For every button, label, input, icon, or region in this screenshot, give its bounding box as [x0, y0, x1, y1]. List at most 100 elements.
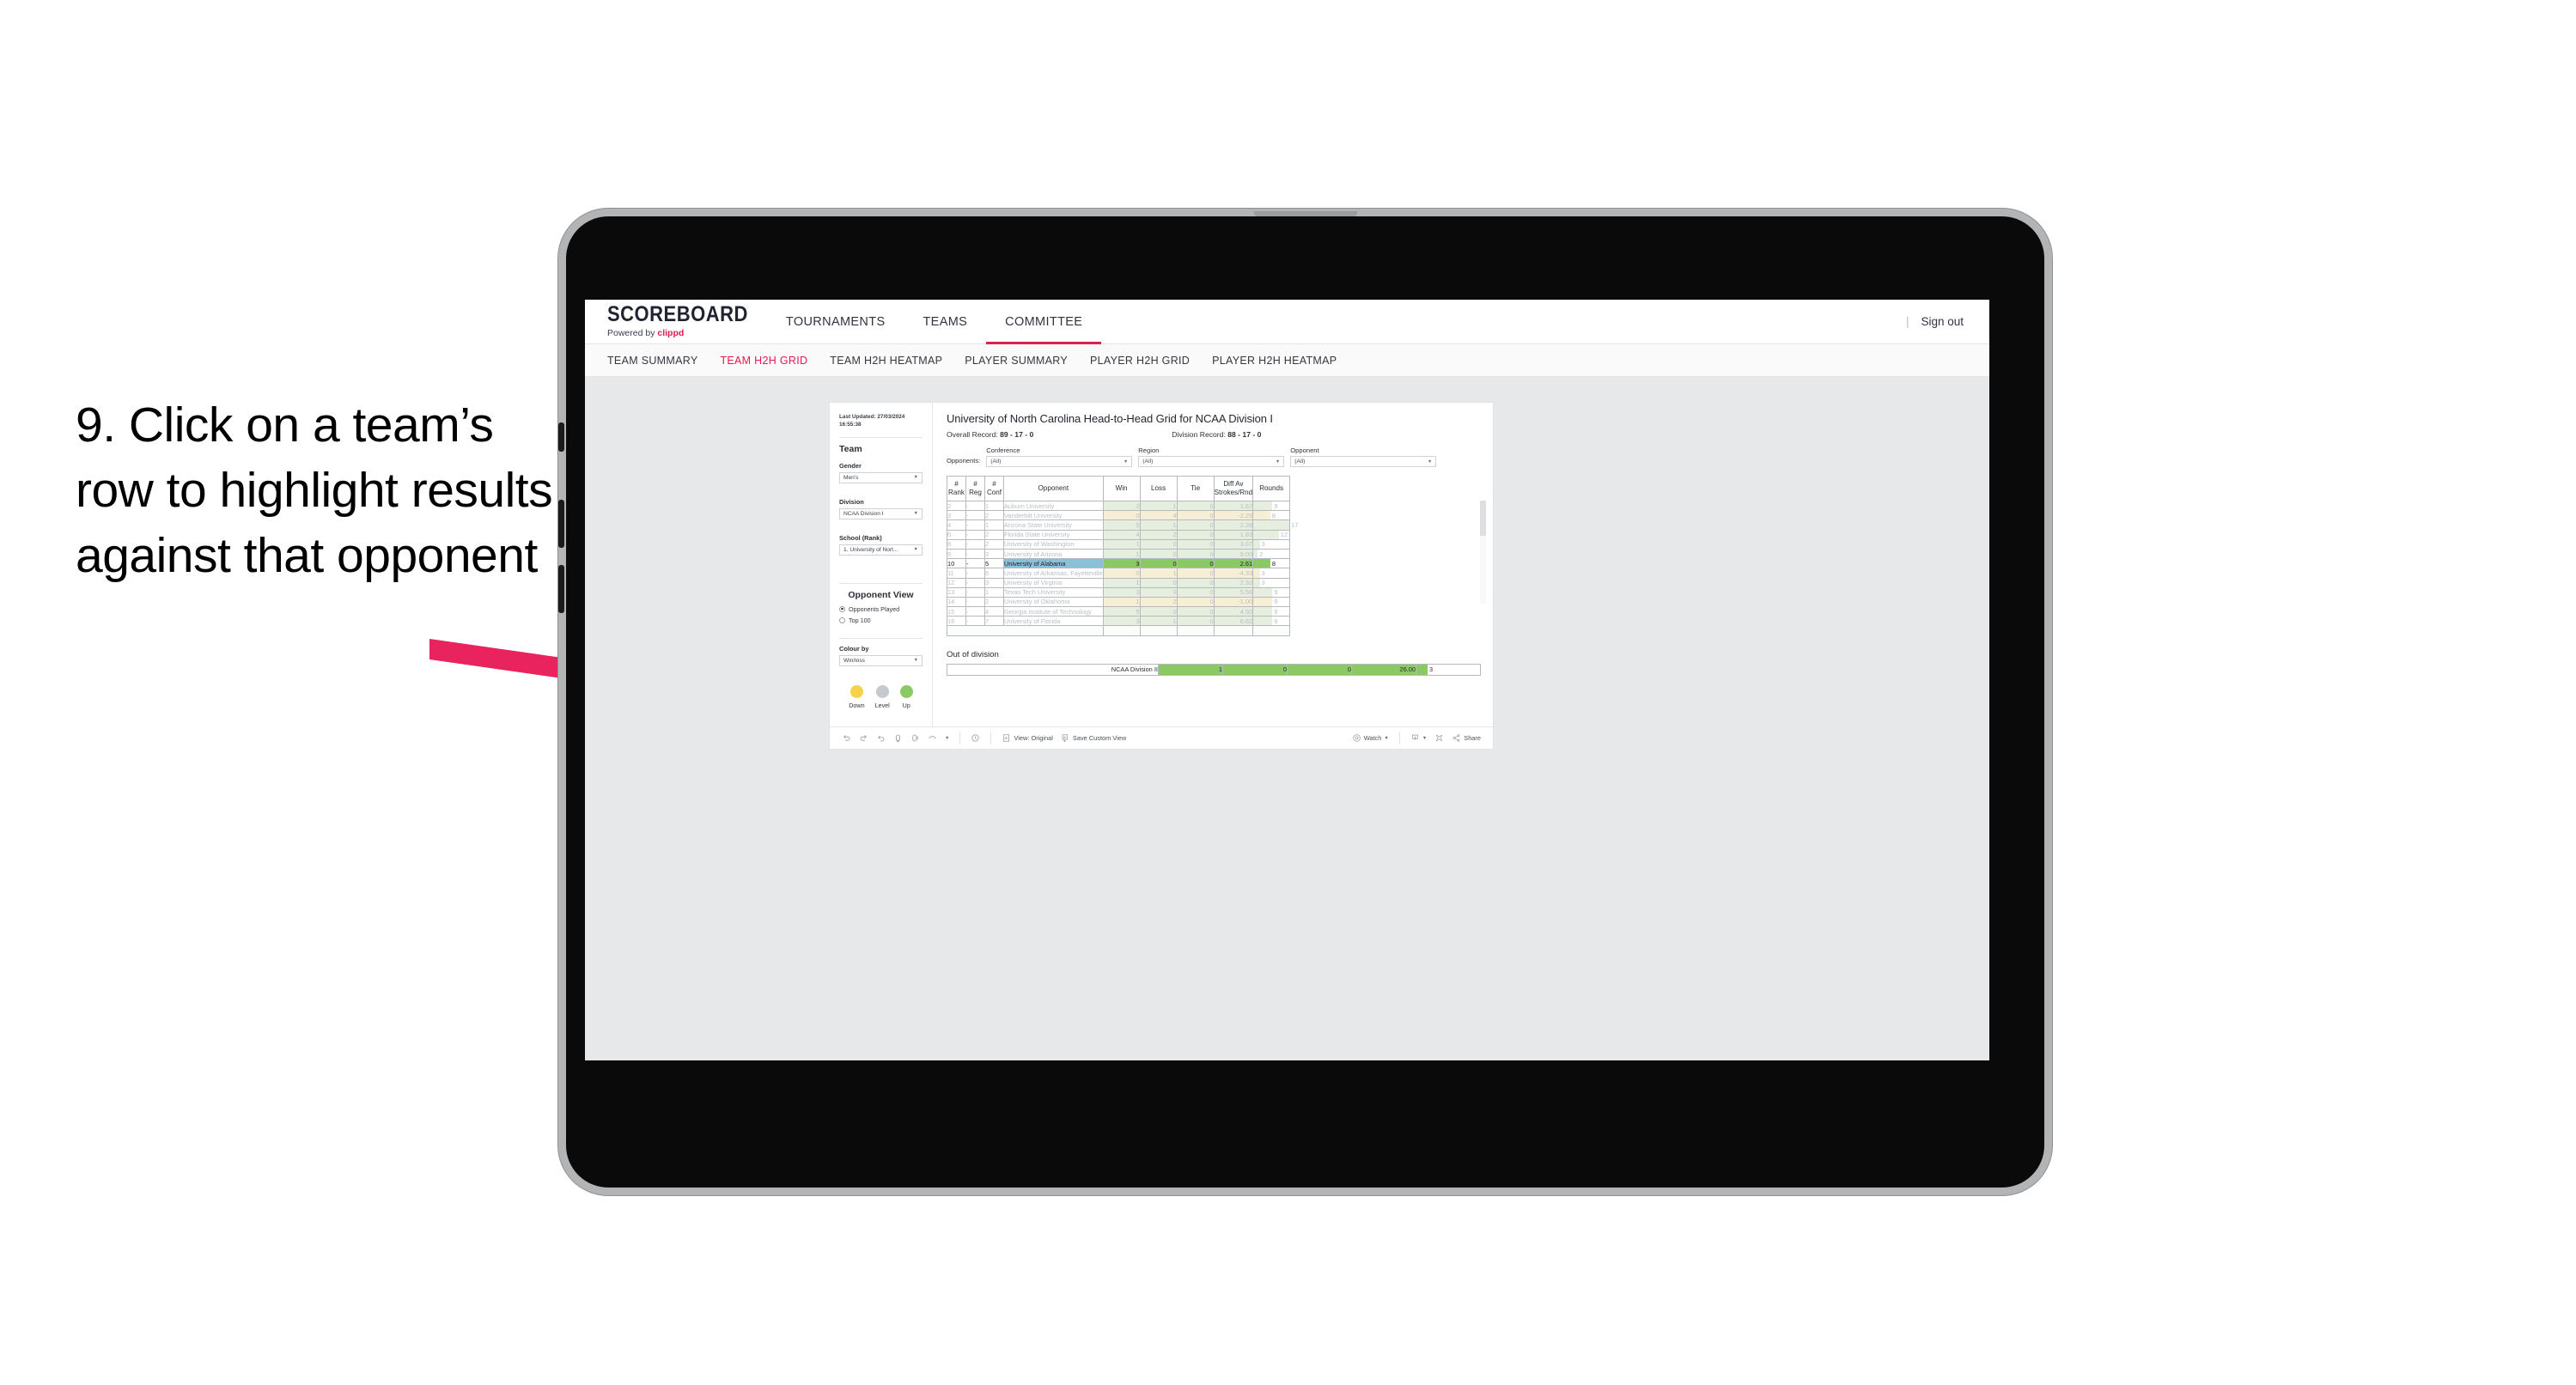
- cell-loss: 1: [1139, 616, 1178, 627]
- download-button[interactable]: ▼: [1410, 733, 1427, 743]
- rounds-bar: [1253, 578, 1260, 587]
- view-original-button[interactable]: View: Original: [1002, 733, 1053, 743]
- table-row[interactable]: 8-2 University of Washington 1 0 0 3.67 3: [947, 538, 1291, 550]
- redo-icon[interactable]: [859, 733, 868, 743]
- overall-record: Overall Record: 89 - 17 - 0: [947, 430, 1033, 439]
- table-row[interactable]: 16-7 University of Florida 3 1 0 6.62 9: [947, 616, 1291, 627]
- radio-icon-selected: [839, 605, 845, 612]
- col-tie: Tie: [1176, 476, 1215, 501]
- cell-rounds: 2: [1252, 548, 1291, 560]
- tablet-volume-down-button: [558, 565, 564, 613]
- legend-label-up: Up: [902, 701, 910, 709]
- table-row[interactable]: 4-1 Arizona State University 5 1 0 2.28 17: [947, 519, 1298, 531]
- filter-region-select[interactable]: (All) ▼: [1138, 456, 1285, 467]
- brand-tagline: Powered by clippd: [607, 329, 748, 338]
- table-row[interactable]: 12-3 University of Virginia 1 0 0 2.33 3: [947, 577, 1291, 588]
- signout-link[interactable]: Sign out: [1921, 315, 1964, 328]
- subtab-player-h2h-heatmap[interactable]: PLAYER H2H HEATMAP: [1212, 355, 1337, 367]
- share-icon: [1452, 733, 1461, 743]
- chevron-down-icon[interactable]: ▼: [945, 736, 949, 741]
- legend-item-level: Level: [875, 684, 890, 709]
- cell-loss: 2: [1139, 596, 1178, 608]
- filter-region: Region (All) ▼: [1138, 446, 1285, 467]
- cell-conf: 2: [984, 596, 1004, 608]
- radio-opponents-played[interactable]: Opponents Played: [839, 605, 923, 613]
- division-record: Division Record: 88 - 17 - 0: [1172, 430, 1261, 439]
- clock-icon[interactable]: [971, 733, 980, 743]
- nav-tab-committee[interactable]: COMMITTEE: [986, 300, 1102, 344]
- undo-custom-icon[interactable]: [928, 733, 937, 743]
- table-row[interactable]: 6-2 Florida State University 4 2 0 1.83 12: [947, 529, 1291, 540]
- watch-icon: [1352, 733, 1361, 743]
- save-custom-view-button[interactable]: Save Custom View: [1061, 733, 1126, 743]
- refresh-icon[interactable]: [893, 733, 903, 743]
- cell-tie: 0: [1176, 596, 1215, 608]
- viz-main-panel: University of North Carolina Head-to-Hea…: [933, 403, 1493, 726]
- division-select[interactable]: NCAA Division I ▼: [839, 507, 923, 519]
- table-row[interactable]: 3-2 Vanderbilt University 0 4 0 -2.29 8: [947, 510, 1291, 521]
- cell-opponent: Texas Tech University: [1003, 586, 1104, 598]
- tablet-screen: SCOREBOARD Powered by clippd TOURNAMENTS…: [585, 300, 1989, 1060]
- filter-opponent-label: Opponent: [1290, 446, 1319, 454]
- table-scrollbar-thumb[interactable]: [1480, 501, 1486, 536]
- cell-opponent: University of Arizona: [1003, 548, 1104, 560]
- cell-reg: -: [965, 529, 985, 540]
- subtab-player-h2h-grid[interactable]: PLAYER H2H GRID: [1090, 355, 1190, 367]
- school-select[interactable]: 1. University of Nort... ▼: [839, 544, 923, 556]
- filter-opponent-select[interactable]: (All) ▼: [1290, 456, 1437, 467]
- legend-item-down: Down: [849, 684, 865, 709]
- table-scrollbar[interactable]: [1480, 501, 1486, 604]
- nav-tab-teams[interactable]: TEAMS: [904, 300, 986, 343]
- cell-opponent: Florida State University: [1003, 529, 1104, 540]
- cell-win: 2: [1102, 500, 1141, 512]
- cell-conf: 5: [984, 558, 1004, 569]
- rounds-value: 9: [1274, 588, 1278, 597]
- rounds-value: 9: [1274, 607, 1278, 616]
- cell-rounds: 9: [1252, 500, 1291, 512]
- filter-opponent: Opponent (All) ▼: [1290, 446, 1437, 467]
- blank-cell: [1213, 625, 1254, 636]
- cell-reg: -: [965, 568, 985, 579]
- table-row[interactable]: 13-1 Texas Tech University 3 0 0 5.56 9: [947, 586, 1291, 598]
- undo-icon[interactable]: [842, 733, 851, 743]
- colour-by-select[interactable]: Win/loss ▼: [839, 654, 923, 666]
- table-row[interactable]: 9-3 University of Arizona 1 0 0 9.00 2: [947, 548, 1291, 560]
- table-row[interactable]: 11-6 University of Arkansas, Fayetteville…: [947, 568, 1291, 579]
- ood-rounds-cell: 3: [1415, 663, 1482, 676]
- table-row[interactable]: 15-4 Georgia Institute of Technology 5 0 0 4.…: [947, 606, 1291, 617]
- cell-opponent: University of Florida: [1003, 616, 1104, 627]
- legend-label-down: Down: [849, 701, 865, 709]
- subtab-player-summary[interactable]: PLAYER SUMMARY: [965, 355, 1068, 367]
- cell-tie: 0: [1176, 616, 1215, 627]
- filter-conference-select[interactable]: (All) ▼: [986, 456, 1133, 467]
- save-view-icon: [1061, 733, 1070, 743]
- blank-cell: [1176, 625, 1215, 636]
- cell-rank: 13: [947, 586, 966, 598]
- revert-icon[interactable]: [876, 733, 886, 743]
- instruction-caption: 9. Click on a team’s row to highlight re…: [76, 398, 553, 583]
- gender-select[interactable]: Men’s ▼: [839, 471, 923, 483]
- subtab-team-summary[interactable]: TEAM SUMMARY: [607, 355, 697, 367]
- cell-opponent: Auburn University: [1003, 500, 1104, 512]
- school-value: 1. University of Nort...: [843, 546, 898, 553]
- share-button[interactable]: Share: [1452, 733, 1481, 743]
- rounds-value: 2: [1259, 550, 1264, 558]
- nav-tab-tournaments[interactable]: TOURNAMENTS: [767, 300, 904, 343]
- cell-rank: 9: [947, 548, 966, 560]
- cell-loss: 1: [1139, 568, 1178, 579]
- watch-button[interactable]: Watch ▼: [1352, 733, 1389, 743]
- tablet-camera-dot: [558, 422, 564, 452]
- fullscreen-icon[interactable]: [1434, 733, 1444, 743]
- subtab-team-h2h-heatmap[interactable]: TEAM H2H HEATMAP: [830, 355, 942, 367]
- table-row[interactable]: 14-2 University of Oklahoma 1 2 0 -1.00 9: [947, 596, 1291, 608]
- gender-label: Gender: [839, 461, 862, 470]
- radio-top-100[interactable]: Top 100: [839, 617, 923, 624]
- table-row[interactable]: 10-5 University of Alabama 3 0 0 2.61 8: [947, 558, 1291, 569]
- subtab-team-h2h-grid[interactable]: TEAM H2H GRID: [720, 355, 807, 367]
- pause-icon[interactable]: [910, 733, 920, 743]
- table-row[interactable]: 2-1 Auburn University 2 1 0 1.67 9: [947, 500, 1291, 512]
- cell-rounds: 9: [1252, 596, 1291, 608]
- out-of-division-row[interactable]: NCAA Division II 1 0 0 26.00 3: [947, 663, 1482, 676]
- rounds-bar: [1253, 559, 1270, 568]
- opponents-label: Opponents:: [947, 457, 981, 465]
